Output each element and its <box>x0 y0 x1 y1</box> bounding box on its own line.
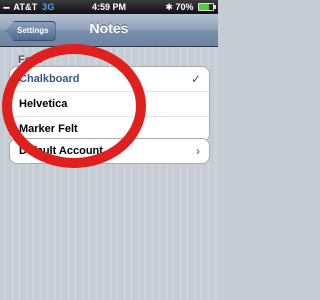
account-settings-list: Default Account › <box>9 138 210 164</box>
checkmark-icon: ✓ <box>190 72 201 86</box>
font-option-label: Chalkboard <box>19 73 80 85</box>
battery-percent: 70% <box>175 2 194 12</box>
font-section-header: Font <box>18 54 42 66</box>
page-title: Notes <box>89 20 129 36</box>
status-bar: ▪▪▪▪ AT&T 3G 4:59 PM ✱ 70% <box>0 0 218 14</box>
font-option-label: Helvetica <box>19 98 68 110</box>
settings-screen: ▪▪▪▪ AT&T 3G 4:59 PM ✱ 70% Settings Note… <box>0 0 218 300</box>
font-option-helvetica[interactable]: Helvetica <box>10 91 209 116</box>
font-option-label: Marker Felt <box>19 123 78 135</box>
default-account-row[interactable]: Default Account › <box>10 139 209 163</box>
battery-info: ✱ 70% <box>165 2 216 13</box>
navigation-bar: Settings Notes <box>0 14 218 47</box>
chevron-right-icon: › <box>196 144 200 158</box>
battery-icon <box>198 3 216 11</box>
default-account-label: Default Account <box>19 145 103 157</box>
battery-fill <box>199 4 209 10</box>
font-options-list: Chalkboard ✓ Helvetica Marker Felt <box>9 66 210 142</box>
font-option-chalkboard[interactable]: Chalkboard ✓ <box>10 67 209 91</box>
bluetooth-icon: ✱ <box>165 2 173 12</box>
